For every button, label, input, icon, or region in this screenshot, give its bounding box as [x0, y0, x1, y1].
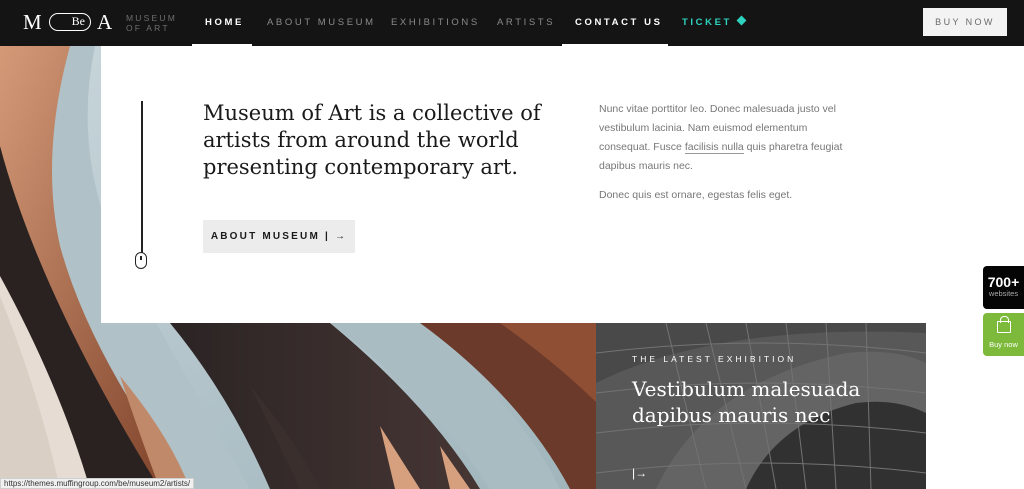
logo-be-pill[interactable]: Be [49, 13, 91, 31]
facilisis-link[interactable]: facilisis nulla [684, 141, 744, 154]
websites-label: websites [988, 289, 1019, 298]
intro-card [101, 46, 926, 323]
mouse-scroll-icon[interactable] [135, 252, 147, 269]
websites-count: 700+ [987, 274, 1020, 290]
ticket-icon [736, 15, 747, 26]
intro-paragraph-1: Nunc vitae porttitor leo. Donec malesuad… [599, 100, 849, 176]
side-buy-now-widget[interactable]: Buy now [983, 313, 1024, 356]
scroll-indicator-line [141, 101, 143, 253]
logo-text[interactable]: MUSEUM OF ART [126, 13, 177, 33]
intro-headline: Museum of Art is a collective of artists… [203, 101, 541, 179]
about-museum-button[interactable]: ABOUT MUSEUM | → [203, 220, 355, 253]
intro-paragraph-2: Donec quis est ornare, egestas felis ege… [599, 189, 793, 201]
logo-letter-m[interactable]: M [23, 10, 42, 35]
nav-ticket[interactable]: TICKET [682, 15, 747, 28]
logo-name-line1: MUSEUM [126, 13, 177, 23]
nav-exhibitions[interactable]: EXHIBITIONS [391, 17, 480, 28]
exhibition-kicker: THE LATEST EXHIBITION [632, 354, 797, 364]
nav-home[interactable]: HOME [205, 17, 244, 28]
side-buy-now-label: Buy now [989, 340, 1018, 349]
nav-ticket-label: TICKET [682, 17, 732, 28]
nav-artists[interactable]: ARTISTS [497, 17, 555, 28]
websites-count-widget[interactable]: 700+ websites [983, 266, 1024, 309]
exhibition-arrow-link[interactable]: |→ [632, 466, 647, 480]
buy-now-button[interactable]: BUY NOW [923, 8, 1007, 36]
logo-letter-a[interactable]: A [97, 10, 112, 35]
nav-about-museum[interactable]: ABOUT MUSEUM [267, 17, 376, 28]
status-bar-url: https://themes.muffingroup.com/be/museum… [0, 478, 195, 489]
exhibition-title[interactable]: Vestibulum malesuada dapibus mauris nec [632, 376, 912, 428]
top-header: M Be A MUSEUM OF ART HOME ABOUT MUSEUM E… [0, 0, 1024, 46]
nav-contact-us[interactable]: CONTACT US [575, 17, 663, 28]
logo-name-line2: OF ART [126, 23, 170, 33]
shopping-bag-icon [997, 316, 1011, 333]
